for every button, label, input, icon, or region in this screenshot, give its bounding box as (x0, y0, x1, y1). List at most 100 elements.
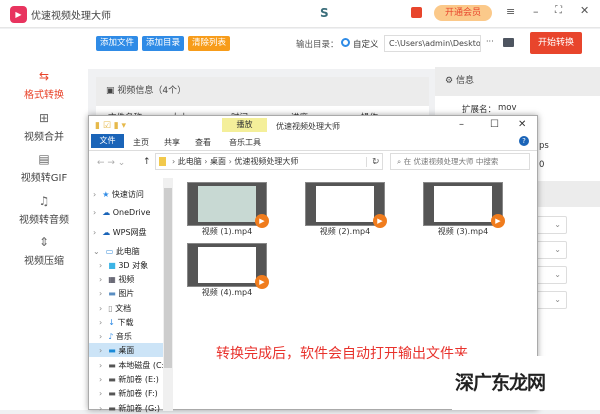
refresh-icon[interactable]: ↻ (366, 157, 380, 167)
sidebar: ⇆ 格式转换 ⊞ 视频合并 ▤ 视频转GIF ♫ 视频转音频 ⇕ 视频压缩 (0, 29, 88, 410)
ext-value: mov (498, 103, 517, 113)
nav-scrollbar[interactable] (163, 178, 173, 411)
annotation-text: 转换完成后，软件会自动打开输出文件夹 (216, 346, 468, 362)
minimize-icon[interactable]: – (533, 5, 539, 18)
clear-list-button[interactable]: 清除列表 (188, 36, 231, 51)
explorer-close-icon[interactable]: ✕ (518, 119, 526, 130)
nav-3d-objects[interactable]: › ■ 3D 对象 (99, 260, 148, 271)
breadcrumb-item[interactable]: 此电脑 (178, 157, 202, 166)
sidebar-item-format-convert[interactable]: ⇆ 格式转换 (0, 69, 88, 101)
nav-downloads[interactable]: › ↓ 下载 (99, 317, 133, 328)
ext-label: 扩展名： (462, 105, 497, 115)
info-header: ⚙ 信息 (435, 67, 600, 96)
video-info-title: 视频信息（4个） (117, 86, 187, 96)
breadcrumb-folder-icon (159, 157, 166, 166)
video-thumbnail: ▶ (305, 182, 387, 228)
add-dir-button[interactable]: 添加目录 (142, 36, 185, 51)
custom-radio-label: 自定义 (353, 40, 379, 50)
tab-view[interactable]: 查看 (195, 137, 211, 148)
tab-share[interactable]: 共享 (164, 137, 180, 148)
breadcrumb-item[interactable]: 桌面 (210, 157, 226, 166)
info-partial-text: 0 (539, 160, 545, 170)
gear-icon: ⚙ (445, 76, 456, 86)
compress-icon: ⇕ (38, 235, 50, 249)
sidebar-item-label: 格式转换 (24, 90, 64, 101)
custom-radio[interactable] (341, 38, 350, 47)
add-file-button[interactable]: 添加文件 (96, 36, 139, 51)
sidebar-item-gif[interactable]: ▤ 视频转GIF (0, 152, 88, 184)
sidebar-item-audio[interactable]: ♫ 视频转音频 (0, 194, 88, 226)
file-item[interactable]: ▶ 视频 (3).mp4 (423, 182, 505, 237)
tab-file[interactable]: 文件 (91, 134, 124, 148)
output-label: 输出目录： (296, 40, 339, 50)
search-icon: ⌕ (397, 157, 404, 166)
file-name: 视频 (1).mp4 (201, 227, 253, 236)
sidebar-item-label: 视频压缩 (24, 256, 64, 267)
output-path-input[interactable]: C:\Users\admin\Deskto (384, 35, 481, 52)
nav-onedrive[interactable]: › ☁ OneDrive (93, 208, 150, 217)
nav-up-icon[interactable]: ↑ (143, 157, 151, 167)
close-icon[interactable]: ✕ (580, 4, 589, 17)
explorer-minimize-icon[interactable]: – (459, 119, 464, 130)
nav-this-pc[interactable]: ⌄ ▭ 此电脑 (93, 246, 140, 257)
file-item[interactable]: ▶ 视频 (2).mp4 (305, 182, 387, 237)
menu-icon[interactable]: ≡ (506, 5, 515, 18)
nav-drive-e[interactable]: › ▬ 新加卷 (E:) (99, 374, 159, 385)
browse-more-button[interactable]: ··· (486, 37, 494, 46)
video-thumbnail: ▶ (187, 243, 269, 289)
nav-music[interactable]: › ♪ 音乐 (99, 331, 132, 342)
gif-icon: ▤ (38, 152, 50, 166)
watermark-logo: 深广东龙网 (452, 356, 548, 410)
file-item[interactable]: ▶ 视频 (1).mp4 (187, 182, 269, 237)
audio-icon: ♫ (38, 194, 50, 208)
search-input[interactable]: ⌕ 在 优速视频处理大师 中搜索 (390, 153, 530, 170)
nav-back-forward-icons[interactable]: ← → ⌄ (97, 158, 125, 168)
nav-videos[interactable]: › ▦ 视频 (99, 274, 134, 285)
nav-pictures[interactable]: › ▬ 图片 (99, 288, 134, 299)
nav-wps[interactable]: › ☁ WPS网盘 (93, 227, 147, 238)
nav-quick-access[interactable]: › ★ 快速访问 (93, 189, 144, 200)
app-title: 优速视频处理大师 (31, 11, 111, 22)
title-bar: ▶ 优速视频处理大师 S 开通会员 ≡ – ⛶ ✕ (0, 0, 600, 28)
maximize-icon[interactable]: ⛶ (555, 5, 562, 16)
explorer-maximize-icon[interactable]: ☐ (490, 119, 499, 130)
navigation-pane: › ★ 快速访问 › ☁ OneDrive › ☁ WPS网盘 ⌄ ▭ 此电脑 › ■ 3… (89, 178, 174, 414)
play-icon: ▶ (373, 214, 387, 228)
tab-home[interactable]: 主页 (133, 137, 149, 148)
image-icon: ▣ (106, 86, 118, 96)
address-bar[interactable]: › 此电脑 › 桌面 › 优速视频处理大师 ⌄ (155, 153, 383, 170)
start-convert-button[interactable]: 开始转换 (530, 32, 582, 54)
play-icon: ▶ (255, 214, 269, 228)
sidebar-item-label: 视频合并 (24, 132, 64, 143)
search-placeholder: 在 优速视频处理大师 中搜索 (403, 157, 499, 166)
nav-drive-g[interactable]: › ▬ 新加卷 (G:) (99, 403, 160, 414)
vip-icon[interactable] (411, 7, 422, 18)
info-partial-text: ps (539, 141, 549, 151)
sidebar-item-merge[interactable]: ⊞ 视频合并 (0, 111, 88, 143)
file-name: 视频 (4).mp4 (201, 288, 253, 297)
nav-desktop[interactable]: › ▬ 桌面 (89, 343, 167, 357)
context-tab-play[interactable]: 播放 (222, 118, 267, 132)
nav-documents[interactable]: › ▯ 文档 (99, 303, 131, 314)
info-title: 信息 (455, 76, 474, 86)
breadcrumb-item[interactable]: 优速视频处理大师 (234, 157, 298, 166)
play-icon: ▶ (255, 275, 269, 289)
sidebar-item-compress[interactable]: ⇕ 视频压缩 (0, 235, 88, 267)
vip-button[interactable]: 开通会员 (434, 5, 492, 21)
help-icon[interactable]: ? (519, 136, 529, 146)
file-item[interactable]: ▶ 视频 (4).mp4 (187, 243, 269, 298)
nav-drive-c[interactable]: › ▬ 本地磁盘 (C: (99, 360, 164, 371)
nav-drive-f[interactable]: › ▬ 新加卷 (F:) (99, 388, 158, 399)
video-info-header: ▣ 视频信息（4个） (96, 77, 429, 106)
explorer-title: 优速视频处理大师 (276, 122, 340, 131)
merge-icon: ⊞ (38, 111, 50, 125)
file-name: 视频 (3).mp4 (437, 227, 489, 236)
folder-icon[interactable] (503, 38, 514, 47)
video-thumbnail: ▶ (423, 182, 505, 228)
file-name: 视频 (2).mp4 (319, 227, 371, 236)
sidebar-item-label: 视频转音频 (19, 215, 69, 226)
video-thumbnail: ▶ (187, 182, 269, 228)
play-icon: ▶ (491, 214, 505, 228)
tab-music-tools[interactable]: 音乐工具 (229, 137, 261, 148)
quick-access-toolbar-icons[interactable]: ▮ ☑ ▮ ▾ (95, 121, 126, 131)
